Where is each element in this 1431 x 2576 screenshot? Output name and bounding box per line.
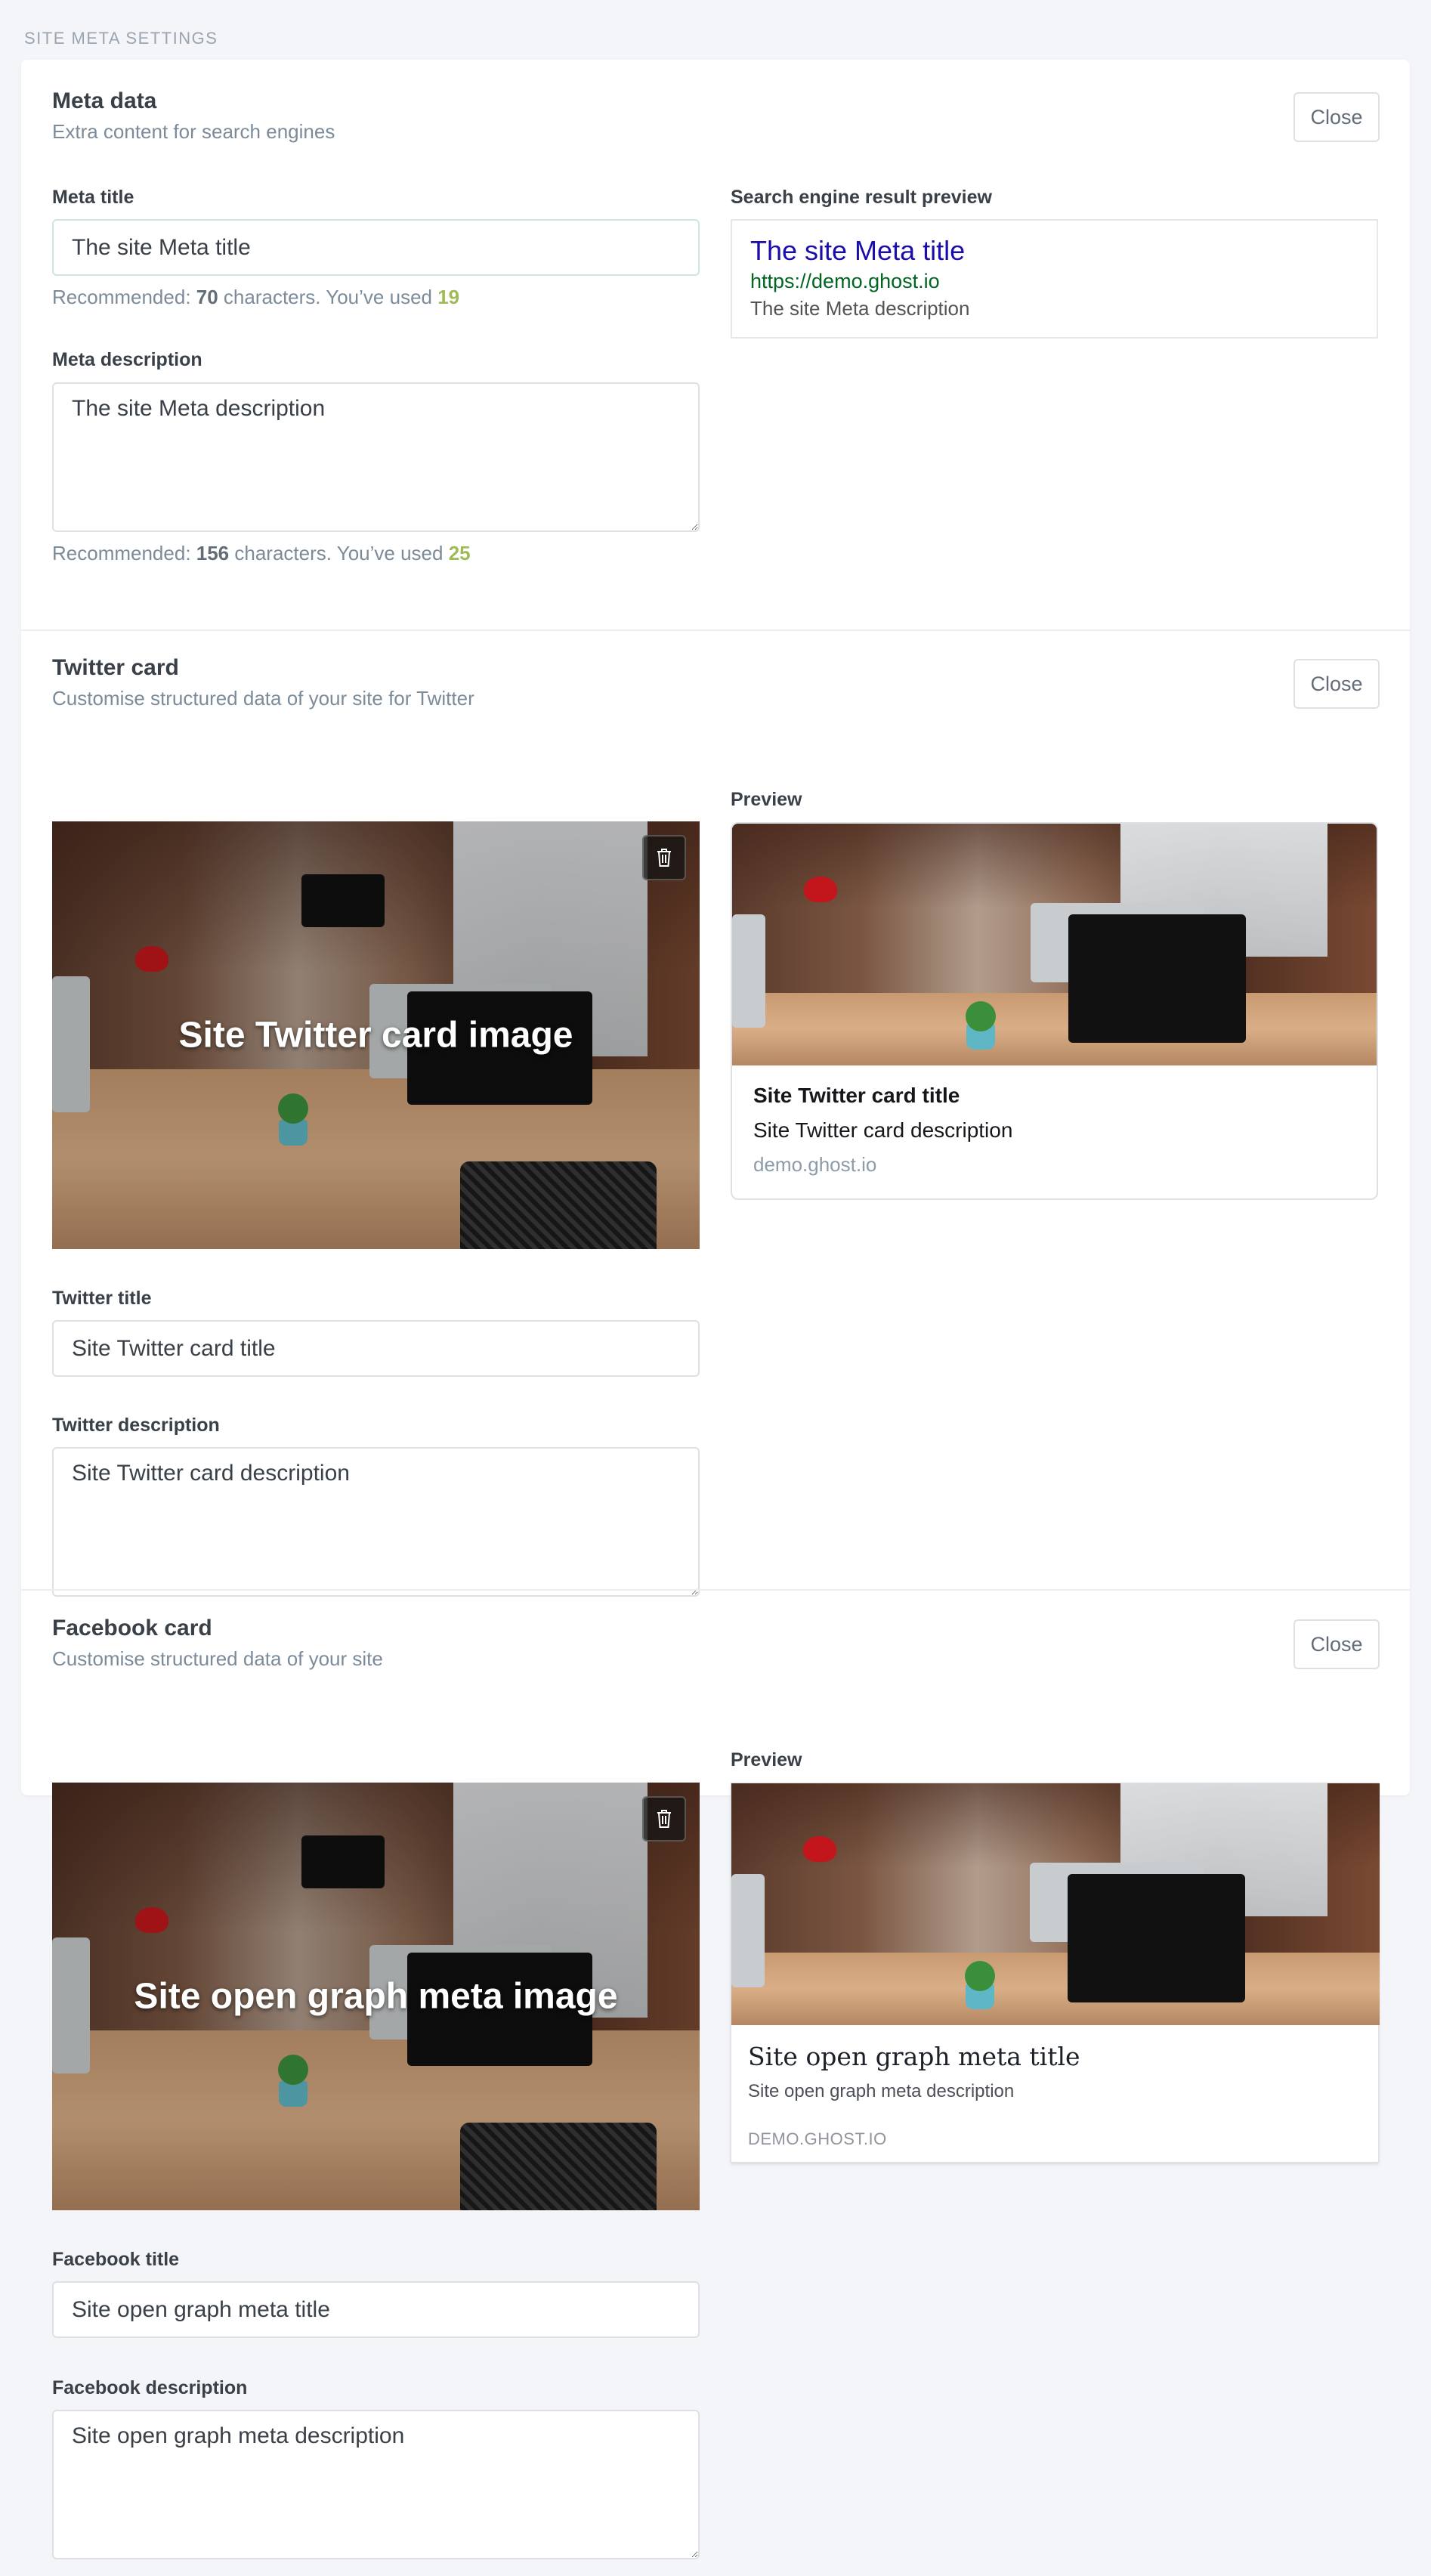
meta-description-hint: Recommended: 156 characters. You’ve used… (52, 542, 471, 564)
twitter-preview-image (732, 824, 1377, 1065)
block-title: Twitter card (52, 655, 179, 680)
facebook-title-input[interactable] (52, 2281, 700, 2338)
twitter-description-textarea[interactable]: Site Twitter card description (52, 1447, 700, 1597)
preview-label: Preview (731, 1749, 802, 1770)
facebook-image-upload[interactable]: Site open graph meta image (52, 1783, 700, 2210)
preview-label: Preview (731, 789, 802, 810)
block-title: Facebook card (52, 1616, 212, 1641)
twitter-preview-domain: demo.ghost.io (753, 1153, 877, 1176)
facebook-preview-description: Site open graph meta description (748, 2081, 1015, 2101)
twitter-preview-title: Site Twitter card title (753, 1084, 960, 1107)
close-button[interactable]: Close (1293, 92, 1380, 142)
facebook-card-block: Facebook card Customise structured data … (21, 1591, 1410, 2559)
twitter-card-block: Twitter card Customise structured data o… (21, 631, 1410, 1597)
twitter-preview-card: Site Twitter card title Site Twitter car… (731, 822, 1378, 1200)
close-button[interactable]: Close (1293, 659, 1380, 709)
serp-description: The site Meta description (750, 297, 970, 320)
meta-title-label: Meta title (52, 187, 134, 208)
meta-description-label: Meta description (52, 349, 202, 370)
meta-title-input[interactable] (52, 219, 700, 276)
meta-description-textarea[interactable]: The site Meta description (52, 382, 700, 532)
facebook-description-label: Facebook description (52, 2377, 248, 2398)
facebook-preview-card: Site open graph meta title Site open gra… (731, 1783, 1380, 2163)
facebook-preview-image (731, 1783, 1380, 2025)
facebook-description-textarea[interactable]: Site open graph meta description (52, 2410, 700, 2559)
facebook-title-label: Facebook title (52, 2249, 180, 2270)
delete-image-button[interactable] (642, 1796, 686, 1842)
facebook-preview-title: Site open graph meta title (748, 2042, 1080, 2071)
image-overlay-title: Site Twitter card image (178, 1015, 573, 1056)
block-subtitle: Customise structured data of your site f… (52, 687, 474, 710)
meta-data-block: Meta data Extra content for search engin… (21, 60, 1410, 629)
block-subtitle: Customise structured data of your site (52, 1647, 383, 1670)
serp-url: https://demo.ghost.io (750, 270, 940, 292)
section-label: SITE META SETTINGS (24, 29, 218, 48)
twitter-title-label: Twitter title (52, 1288, 152, 1309)
twitter-description-label: Twitter description (52, 1415, 220, 1436)
serp-title: The site Meta title (750, 235, 966, 266)
close-button[interactable]: Close (1293, 1619, 1380, 1669)
meta-title-hint: Recommended: 70 characters. You’ve used … (52, 286, 460, 308)
twitter-image-upload[interactable]: Site Twitter card image (52, 821, 700, 1249)
facebook-preview-domain: DEMO.GHOST.IO (748, 2129, 887, 2148)
twitter-title-input[interactable] (52, 1320, 700, 1377)
settings-card: Meta data Extra content for search engin… (21, 60, 1410, 2559)
block-title: Meta data (52, 88, 157, 113)
serp-preview-label: Search engine result preview (731, 187, 992, 208)
twitter-preview-description: Site Twitter card description (753, 1118, 1013, 1142)
delete-image-button[interactable] (642, 835, 686, 880)
serp-preview: The site Meta title https://demo.ghost.i… (731, 219, 1378, 339)
block-subtitle: Extra content for search engines (52, 120, 335, 143)
trash-icon (657, 849, 671, 867)
image-overlay-title: Site open graph meta image (134, 1976, 618, 2017)
trash-icon (657, 1810, 671, 1828)
